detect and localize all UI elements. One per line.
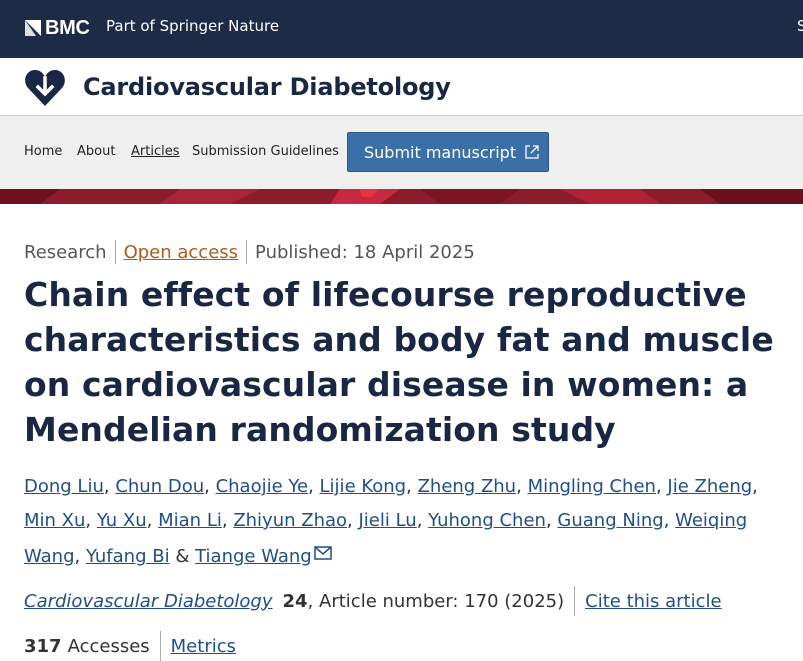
citation-line: Cardiovascular Diabetology 24 , Article … (24, 586, 722, 616)
access-divider (159, 631, 161, 661)
author-link[interactable]: Zhiyun Zhao (233, 510, 347, 531)
author-link[interactable]: Dong Liu (24, 476, 104, 497)
author-link[interactable]: Chaojie Ye (216, 476, 309, 497)
journal-header: Cardiovascular Diabetology (0, 58, 803, 116)
author-link[interactable]: Zheng Zhu (418, 476, 517, 497)
meta-divider (114, 240, 116, 264)
citation-divider (574, 586, 576, 616)
accesses-label: Accesses (67, 635, 150, 657)
author-link[interactable]: Min Xu (24, 510, 85, 531)
submit-button-label: Submit manuscript (364, 142, 517, 162)
accesses-count: 317 (24, 635, 62, 657)
article-title: Chain effect of lifecourse reproductive … (24, 275, 774, 449)
journal-nav: Home About Articles Submission Guideline… (0, 116, 803, 189)
citation-journal-link[interactable]: Cardiovascular Diabetology (24, 591, 273, 612)
metrics-link[interactable]: Metrics (171, 636, 236, 657)
author-link[interactable]: Yuhong Chen (428, 510, 546, 531)
author-link[interactable]: Yu Xu (97, 510, 147, 531)
citation-article-number: , Article number: 170 (2025) (307, 590, 565, 612)
author-link[interactable]: Jie Zheng (667, 476, 752, 497)
article-type: Research (24, 241, 107, 263)
decorative-banner (0, 189, 803, 204)
author-ampersand: & (175, 546, 190, 567)
published-date: Published: 18 April 2025 (255, 241, 475, 263)
heart-logo-icon[interactable] (24, 68, 66, 108)
banner-pattern (0, 189, 803, 204)
external-link-icon (524, 144, 540, 160)
meta-divider (246, 240, 248, 264)
author-link[interactable]: Yufang Bi (86, 546, 170, 567)
author-link[interactable]: Tiange Wang (195, 546, 312, 567)
author-link[interactable]: Chun Dou (115, 476, 204, 497)
author-link[interactable]: Mian Li (158, 510, 222, 531)
cite-this-article-link[interactable]: Cite this article (585, 591, 721, 612)
author-link[interactable]: Mingling Chen (528, 476, 656, 497)
author-link[interactable]: Jieli Lu (358, 510, 416, 531)
author-link[interactable]: Guang Ning (557, 510, 663, 531)
author-link[interactable]: Lijie Kong (320, 476, 407, 497)
bmc-top-bar: BMC Part of Springer Nature S (0, 0, 803, 58)
open-access-link[interactable]: Open access (124, 242, 238, 263)
nav-submission-guidelines[interactable]: Submission Guidelines (192, 144, 339, 159)
springer-nature-tagline[interactable]: Part of Springer Nature (106, 17, 279, 35)
bmc-logo-icon (25, 20, 41, 36)
bmc-brand: BMC (45, 16, 90, 39)
bmc-logo[interactable]: BMC (25, 17, 90, 39)
citation-volume: 24 (282, 590, 308, 612)
nav-home[interactable]: Home (24, 144, 62, 159)
nav-articles[interactable]: Articles (131, 144, 179, 159)
author-list: Dong Liu, Chun Dou, Chaojie Ye, Lijie Ko… (24, 476, 758, 567)
topbar-edge-text: S (797, 17, 803, 35)
submit-manuscript-button[interactable]: Submit manuscript (347, 132, 549, 172)
mail-icon[interactable] (313, 538, 332, 560)
access-metrics-line: 317 Accesses Metrics (24, 631, 236, 661)
article-meta: Research Open access Published: 18 April… (24, 240, 475, 264)
nav-about[interactable]: About (77, 144, 115, 159)
journal-title[interactable]: Cardiovascular Diabetology (83, 73, 451, 101)
